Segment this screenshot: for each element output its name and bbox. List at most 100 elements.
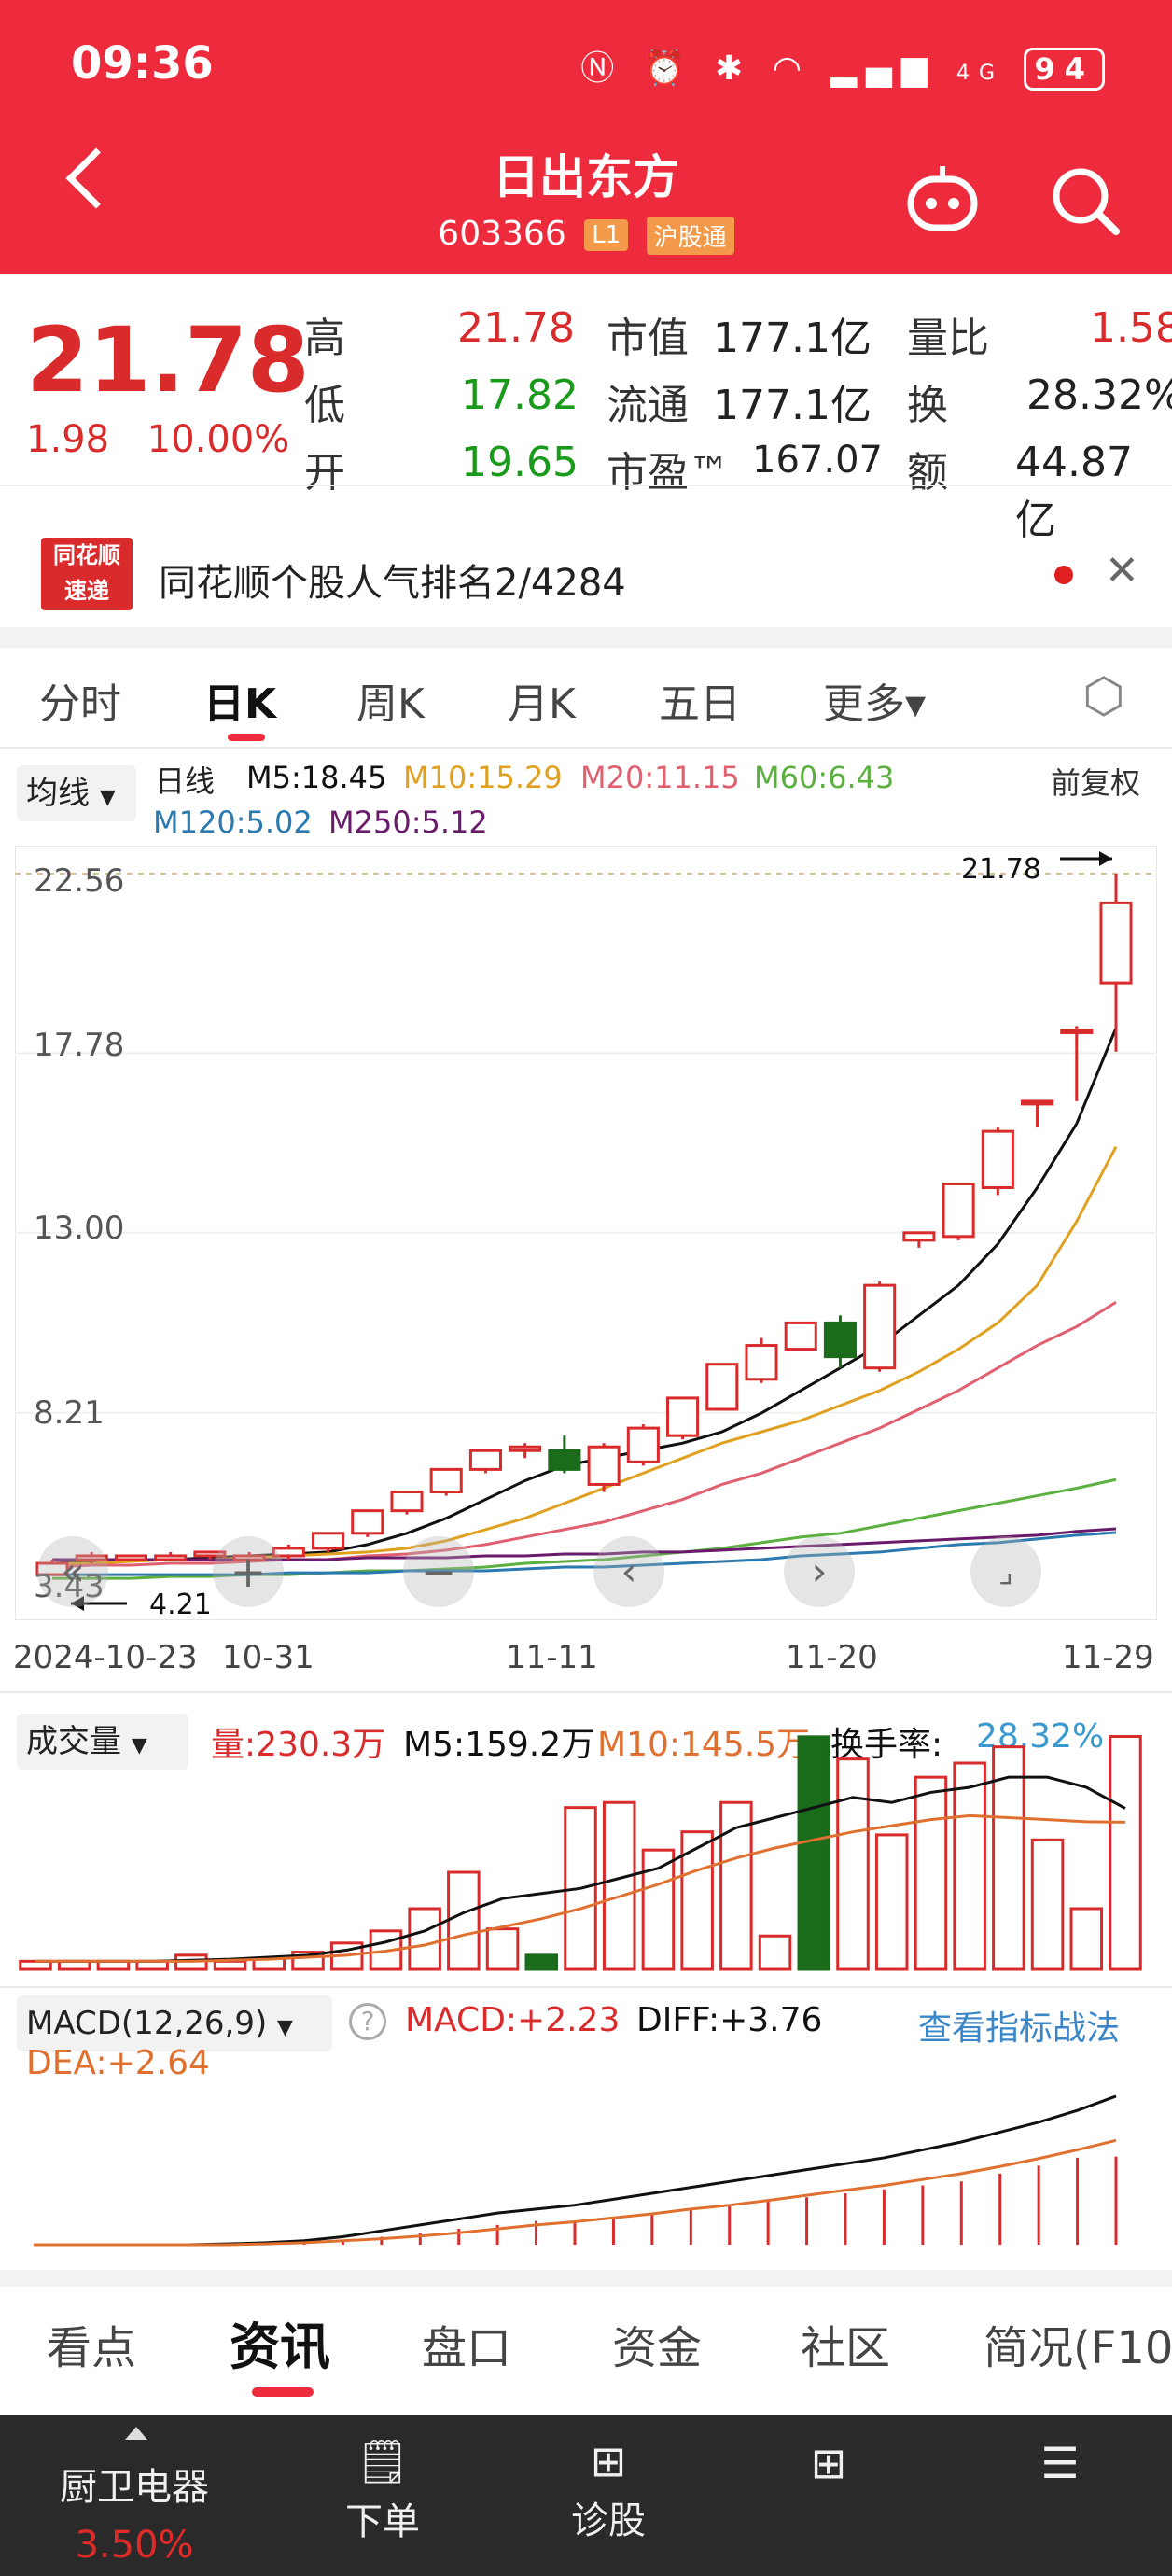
section-gap — [0, 2270, 1172, 2287]
volume-bar — [874, 1833, 909, 1971]
change-value: 1.98 — [26, 418, 110, 461]
dropdown-icon: ▼ — [99, 786, 116, 809]
expand-up-icon[interactable] — [125, 2427, 147, 2440]
ma120-value: M120:5.02 — [153, 805, 313, 840]
volume-bar — [1109, 1735, 1142, 1971]
status-time: 09:36 — [71, 37, 214, 90]
battery-indicator: 94 — [1024, 48, 1105, 91]
zoom-out-all-button[interactable]: « — [37, 1536, 108, 1607]
volume-bar — [408, 1907, 441, 1971]
macd-chart[interactable] — [15, 2081, 1157, 2259]
candle-body — [823, 1321, 857, 1359]
float-value: 177.1亿 — [713, 382, 872, 429]
volume-ratio-value: 1.58 — [1090, 304, 1172, 352]
zoom-out-button[interactable]: − — [403, 1536, 474, 1607]
pe-value: 167.07 — [752, 439, 883, 482]
volume-bar — [1030, 1838, 1065, 1971]
add-square-icon: ⊞ — [810, 2438, 847, 2488]
change-percent: 10.00% — [146, 418, 290, 461]
related-stock[interactable]: 厨卫电器 3.50% — [50, 2457, 218, 2567]
search-icon[interactable] — [1049, 164, 1123, 239]
settings-hexagon-icon[interactable]: ⬡ — [1082, 668, 1124, 724]
candle-body — [981, 1129, 1014, 1189]
price-axis-tick: 22.56 — [34, 862, 125, 900]
more-menu-button[interactable]: ☰ — [1023, 2438, 1097, 2492]
tab-order-book[interactable]: 盘口 — [422, 2311, 511, 2376]
tab-profile-f10[interactable]: 简况(F10 — [984, 2311, 1172, 2376]
scroll-right-button[interactable]: › — [784, 1536, 855, 1607]
zoom-in-button[interactable]: + — [213, 1536, 284, 1607]
float-label: 流通 — [607, 382, 689, 429]
mcap-value: 177.1亿 — [713, 315, 872, 362]
candle-body — [509, 1445, 542, 1452]
volume-bar — [1069, 1907, 1104, 1971]
tab-highlights[interactable]: 看点 — [47, 2311, 136, 2376]
tab-more[interactable]: 更多▾ — [823, 670, 926, 730]
ma10-value: M10:15.29 — [403, 760, 563, 795]
signal-label: 4G — [956, 62, 1005, 85]
indicator-strategy-link[interactable]: 查看指标战法 — [918, 2001, 1120, 2050]
scroll-left-button[interactable]: ‹ — [593, 1536, 664, 1607]
candle-body — [1060, 1028, 1094, 1034]
open-value: 19.65 — [461, 439, 579, 486]
ma20-line — [51, 1300, 1117, 1569]
candle-body — [863, 1283, 897, 1370]
macd-select[interactable]: MACD(12,26,9) ▼ — [17, 1995, 332, 2051]
tab-intraday[interactable]: 分时 — [39, 670, 121, 730]
candle-body — [548, 1449, 581, 1471]
high-label: 高 — [304, 315, 345, 362]
add-watchlist-button[interactable]: ⊞ — [791, 2438, 866, 2492]
candle-body — [902, 1231, 936, 1242]
candle-body — [1021, 1099, 1054, 1106]
diagnose-kit-icon: ⊞ — [590, 2436, 627, 2486]
adjust-mode[interactable]: 前复权 — [1051, 760, 1140, 803]
candle-body — [942, 1182, 975, 1239]
volume-bar — [602, 1800, 636, 1971]
signal-icon: ▂▄▆ — [830, 49, 937, 88]
high-value: 21.78 — [457, 304, 575, 352]
tab-news[interactable]: 资讯 — [230, 2305, 330, 2379]
fullscreen-button[interactable]: ⌟ — [970, 1536, 1041, 1607]
ma-select[interactable]: 均线 ▼ — [17, 765, 136, 821]
active-tab-indicator — [228, 734, 265, 741]
divider — [0, 747, 1172, 749]
order-button[interactable]: 🗒 下单 — [327, 2436, 439, 2545]
candle-body — [587, 1445, 621, 1486]
bluetooth-icon: ✱ — [714, 49, 753, 88]
robot-assistant-icon[interactable] — [903, 161, 982, 239]
stock-name: 日出东方 — [493, 150, 679, 204]
close-icon[interactable]: ✕ — [1105, 547, 1139, 595]
volume-bar — [213, 1959, 247, 1971]
unread-dot-icon — [1054, 566, 1073, 584]
tab-community[interactable]: 社区 — [801, 2311, 890, 2376]
price-axis-tick: 13.00 — [34, 1210, 125, 1247]
candle-body — [666, 1396, 700, 1437]
volume-chart[interactable] — [15, 1708, 1157, 1979]
ma5-line — [51, 1027, 1118, 1565]
stock-code-line: 603366 L1 沪股通 — [0, 215, 1172, 255]
ma-select-label: 均线 — [26, 775, 90, 812]
diff-value: DIFF:+3.76 — [636, 2001, 823, 2039]
tab-monthly-k[interactable]: 月K — [508, 670, 576, 730]
candle-body — [312, 1532, 345, 1550]
tab-weekly-k[interactable]: 周K — [356, 670, 425, 730]
help-icon[interactable]: ? — [349, 2003, 386, 2040]
high-arrow-head — [1099, 851, 1112, 866]
logo-bottom-text: 速递 — [64, 578, 109, 604]
tab-daily-k[interactable]: 日K — [203, 670, 276, 730]
ma20-value: M20:11.15 — [580, 760, 740, 795]
ma250-value: M250:5.12 — [328, 805, 488, 840]
kline-kind: 日线 — [155, 763, 216, 799]
candle-body — [745, 1344, 778, 1381]
candle-body — [154, 1554, 188, 1561]
date-label: 11-20 — [786, 1639, 878, 1676]
tab-capital-flow[interactable]: 资金 — [612, 2311, 702, 2376]
alarm-icon: ⏰ — [643, 49, 695, 88]
header-bar: 09:36 Ⓝ ⏰ ✱ ◠ ▂▄▆ 4G 94 日出东方 603366 L1 沪… — [0, 0, 1172, 274]
tab-five-day[interactable]: 五日 — [659, 670, 741, 730]
diagnose-button[interactable]: ⊞ 诊股 — [552, 2436, 664, 2544]
news-text[interactable]: 同花顺个股人气排名2/4284 — [159, 553, 626, 607]
section-gap — [0, 627, 1172, 648]
turnover-value: 28.32% — [1026, 371, 1172, 419]
kline-chart[interactable] — [15, 846, 1157, 1620]
